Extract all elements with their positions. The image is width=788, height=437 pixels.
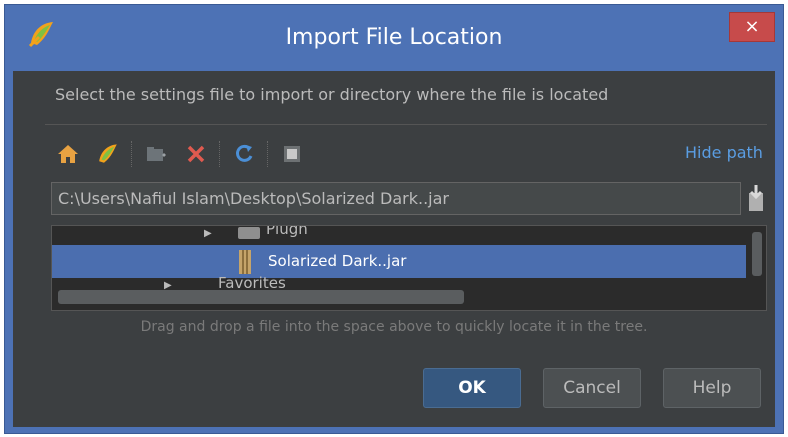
dialog-body: Select the settings file to import or di… [13,71,775,427]
toolbar-divider [219,141,221,167]
tree-node-selected[interactable]: Solarized Dark..jar [52,245,746,278]
refresh-icon [236,144,253,162]
delete-button[interactable] [183,141,209,167]
close-button[interactable]: × [729,12,775,42]
delete-icon [187,145,205,163]
tree-node-label: Plugh [266,225,308,238]
title-bar[interactable]: Import File Location × [5,5,783,71]
project-button[interactable] [95,141,121,167]
import-file-location-dialog: Import File Location × Select the settin… [4,4,784,434]
toolbar-divider [131,141,133,167]
horizontal-scrollbar[interactable] [58,290,464,304]
window-title: Import File Location [285,25,503,50]
tree-node-label: Solarized Dark..jar [268,252,407,270]
cancel-button[interactable]: Cancel [543,368,641,408]
divider [45,124,767,125]
home-icon [58,145,78,163]
new-folder-button[interactable] [143,141,169,167]
vertical-scrollbar[interactable] [752,232,762,276]
app-logo-icon [99,144,117,163]
jar-file-icon [239,250,251,274]
download-icon [749,185,763,211]
new-folder-icon [147,147,166,161]
instruction-text: Select the settings file to import or di… [55,85,609,104]
expand-arrow-icon[interactable]: ▶ [204,228,212,239]
help-button[interactable]: Help [663,368,761,408]
show-hidden-button[interactable] [279,141,305,167]
file-tree[interactable]: ▶ Plugh Solarized Dark..jar ▶ Favorites [51,225,767,311]
ok-button[interactable]: OK [423,368,521,408]
path-input[interactable]: C:\Users\Nafiul Islam\Desktop\Solarized … [51,182,741,215]
refresh-button[interactable] [231,141,257,167]
folder-icon [238,227,260,239]
toolbar-divider [267,141,269,167]
file-chooser-toolbar [55,137,305,171]
browse-path-button[interactable] [747,183,765,213]
show-hidden-icon [284,146,300,162]
hide-path-link[interactable]: Hide path [685,143,763,162]
home-button[interactable] [55,141,81,167]
drag-drop-hint: Drag and drop a file into the space abov… [140,319,648,335]
